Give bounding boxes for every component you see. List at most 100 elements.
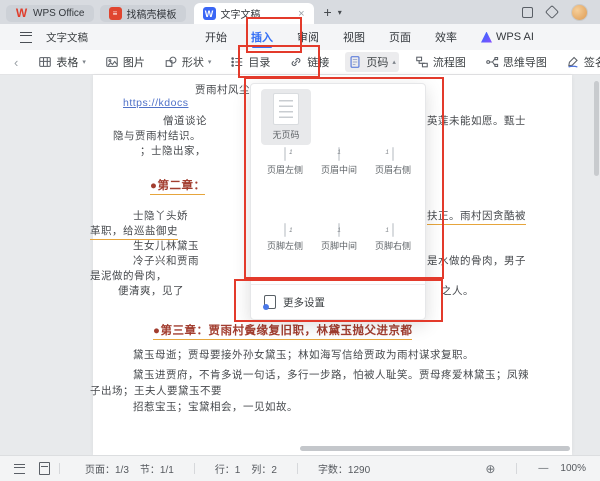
signature-pen-icon xyxy=(566,55,580,69)
page-indicator: 页面：1/3 xyxy=(85,461,129,476)
hamburger-menu-icon[interactable] xyxy=(20,32,32,43)
doc-text-line: 隐与贾雨村结识。 xyxy=(113,128,201,143)
option-header-center[interactable]: 1 页眉中间 xyxy=(313,148,365,176)
word-count: 字数：1290 xyxy=(318,461,370,476)
vertical-scrollbar[interactable] xyxy=(594,81,599,176)
zoom-out-button[interactable]: — xyxy=(538,463,548,474)
doc-text-line: 黛玉母逝；贾母要接外孙女黛玉；林如海写信给贾政为雨村谋求复职。 xyxy=(133,347,474,362)
chevron-up-icon: ▴ xyxy=(392,58,396,66)
image-label: 图片 xyxy=(123,54,145,70)
new-tab-button[interactable]: + xyxy=(324,5,332,19)
doc-text-line: 僧道谈论 xyxy=(163,113,207,128)
wps-ai-label: WPS AI xyxy=(496,31,534,43)
menu-wps-ai[interactable]: WPS AI xyxy=(481,26,534,48)
doc-text-line: 招惹宝玉；宝黛相会，一见如故。 xyxy=(133,399,298,414)
option-label: 无页码 xyxy=(272,128,299,141)
doc-text-line: 贾雨村风尘 xyxy=(195,82,250,97)
template-doc-icon: ≡ xyxy=(109,7,122,20)
menu-efficiency[interactable]: 效率 xyxy=(435,24,457,50)
header-center-page-icon: 1 xyxy=(338,147,340,161)
tab-bar: W WPS Office ≡ 找稿壳模板 W 文字文稿 × + ▾ xyxy=(0,0,600,24)
option-label: 页眉右侧 xyxy=(367,163,419,176)
tab-wps-office[interactable]: W WPS Office xyxy=(6,5,94,22)
option-no-page-number[interactable]: 无页码 xyxy=(261,89,311,145)
toc-icon xyxy=(230,55,244,69)
doc-text-line: 之人。 xyxy=(441,283,474,298)
tab-template-store[interactable]: ≡ 找稿壳模板 xyxy=(100,5,186,22)
signature-button[interactable]: 签名 xyxy=(563,52,600,72)
option-header-left[interactable]: 1 页眉左侧 xyxy=(259,148,311,176)
writer-doc-icon: W xyxy=(203,7,216,20)
user-avatar[interactable] xyxy=(571,4,588,21)
flowchart-icon xyxy=(415,55,429,69)
menu-page[interactable]: 页面 xyxy=(389,24,411,50)
chevron-down-icon: ▾ xyxy=(82,58,86,66)
column-indicator: 列：2 xyxy=(251,461,277,476)
table-button[interactable]: 表格 ▾ xyxy=(35,52,89,72)
page-number-button[interactable]: 页码 ▴ xyxy=(345,52,399,72)
shapes-label: 形状 xyxy=(182,54,204,70)
option-footer-left[interactable]: 1 页脚左侧 xyxy=(259,224,311,252)
doc-text-line: ；士隐出家， xyxy=(140,143,206,158)
statusbar-divider xyxy=(59,463,60,474)
chapter-2-heading: ●第二章： xyxy=(150,177,205,195)
menu-view[interactable]: 视图 xyxy=(343,24,365,50)
outline-view-icon[interactable] xyxy=(14,464,25,474)
shape-icon xyxy=(164,55,178,69)
link-button[interactable]: 链接 xyxy=(286,52,332,72)
header-left-page-icon: 1 xyxy=(284,147,286,161)
table-label: 表格 xyxy=(56,54,78,70)
menu-bar: 文字文稿 开始 插入 审阅 视图 页面 效率 WPS AI xyxy=(0,24,600,50)
option-header-right[interactable]: 1 页眉右侧 xyxy=(367,148,419,176)
image-icon xyxy=(105,55,119,69)
tab-list-caret-icon[interactable]: ▾ xyxy=(338,8,342,17)
menu-review[interactable]: 审阅 xyxy=(297,24,319,50)
fit-page-icon[interactable]: ⊕ xyxy=(485,463,495,475)
statusbar-divider xyxy=(516,463,517,474)
close-tab-icon[interactable]: × xyxy=(298,8,304,20)
tab-label: WPS Office xyxy=(33,8,85,19)
option-label: 页眉左侧 xyxy=(259,163,311,176)
tab-text-document[interactable]: W 文字文稿 × xyxy=(194,3,314,24)
mindmap-button[interactable]: 思维导图 xyxy=(482,52,550,72)
doc-text-line: 英莲未能如愿。甄士 xyxy=(427,113,526,128)
toolbar-back-icon[interactable]: ‹ xyxy=(10,55,22,70)
doc-text-line: 冷子兴和贾雨 xyxy=(133,253,199,268)
wps-ai-logo-icon xyxy=(481,32,492,43)
footer-left-page-icon: 1 xyxy=(284,223,286,237)
zoom-controls: ⊕ — 100% xyxy=(485,463,600,475)
doc-hyperlink[interactable]: https://kdocs xyxy=(123,97,188,109)
more-settings-button[interactable]: 更多设置 xyxy=(251,285,425,319)
doc-text-line: 是水做的骨肉，男子 xyxy=(427,253,526,268)
menu-insert[interactable]: 插入 xyxy=(251,24,273,50)
flowchart-button[interactable]: 流程图 xyxy=(412,52,469,72)
doc-text-line: 便清爽，见了 xyxy=(118,283,184,298)
zoom-level[interactable]: 100% xyxy=(560,463,586,474)
more-settings-icon xyxy=(264,295,276,309)
menu-items: 开始 插入 审阅 视图 页面 效率 WPS AI xyxy=(205,24,534,50)
page-layout-icon[interactable] xyxy=(39,462,50,475)
menu-home[interactable]: 开始 xyxy=(205,24,227,50)
image-button[interactable]: 图片 xyxy=(102,52,148,72)
doc-text-line: 生女儿林黛玉 xyxy=(133,238,199,253)
option-label: 页脚右侧 xyxy=(367,239,419,252)
toc-button[interactable]: 目录 xyxy=(227,52,273,72)
shapes-button[interactable]: 形状 ▾ xyxy=(161,52,215,72)
header-right-page-icon: 1 xyxy=(392,147,394,161)
document-title: 文字文稿 xyxy=(46,30,88,45)
option-label: 页脚左侧 xyxy=(259,239,311,252)
status-bar: 页面：1/3 节：1/1 行：1 列：2 字数：1290 ⊕ — 100% xyxy=(0,455,600,481)
option-footer-right[interactable]: 1 页脚右侧 xyxy=(367,224,419,252)
workspace-icon[interactable] xyxy=(545,5,559,19)
insert-toolbar: ‹ 表格 ▾ 图片 形状 ▾ 目录 链接 页码 ▴ xyxy=(0,50,600,75)
more-settings-label: 更多设置 xyxy=(283,295,325,310)
chevron-down-icon: ▾ xyxy=(208,58,212,66)
statusbar-divider xyxy=(194,463,195,474)
option-footer-center[interactable]: 1 页脚中间 xyxy=(313,224,365,252)
maximize-icon[interactable] xyxy=(522,7,533,18)
mindmap-label: 思维导图 xyxy=(503,54,547,70)
page-number-label: 页码 xyxy=(366,54,388,70)
horizontal-scrollbar[interactable] xyxy=(300,446,570,451)
mindmap-icon xyxy=(485,55,499,69)
doc-text-line: 子出场；王夫人要黛玉不要 xyxy=(90,383,222,398)
